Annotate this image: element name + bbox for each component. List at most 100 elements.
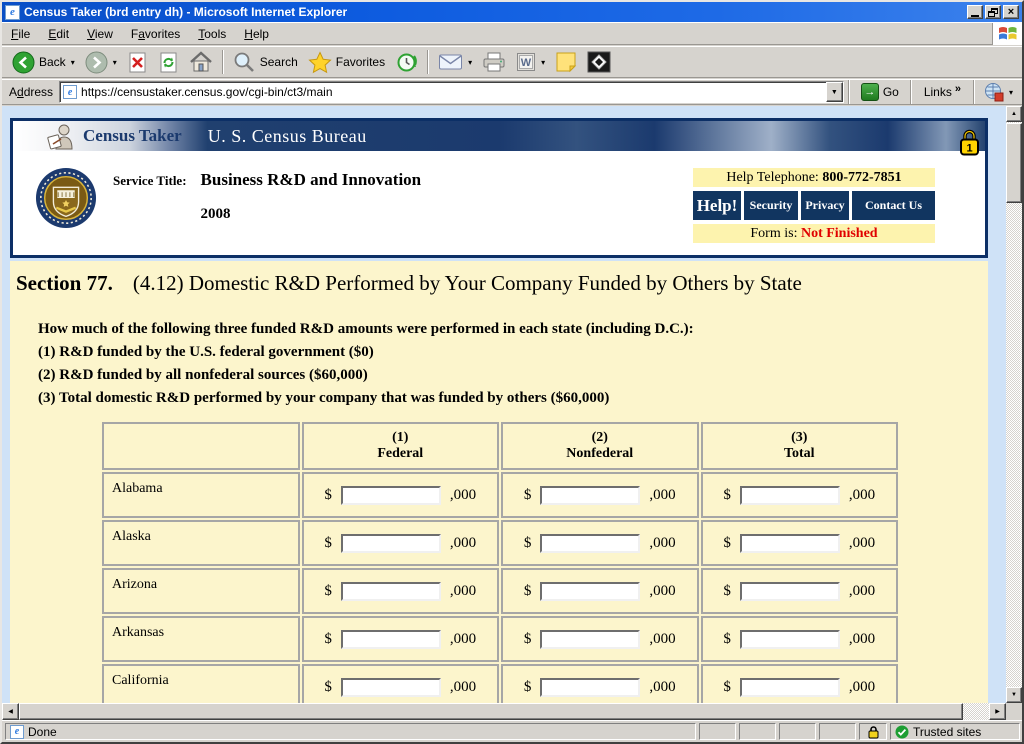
instruction-line: (1) R&D funded by the U.S. federal gover…	[38, 344, 374, 360]
instruction-line: (3) Total domestic R&D performed by your…	[38, 390, 610, 406]
menu-tools[interactable]: Tools	[189, 24, 235, 44]
form-section: Section 77. (4.12) Domestic R&D Performed…	[10, 261, 988, 703]
service-title: Business R&D and Innovation	[200, 170, 422, 189]
input-nonfederal-arizona[interactable]	[540, 581, 641, 601]
address-label: Address	[9, 85, 54, 99]
instruction-line: (2) R&D funded by all nonfederal sources…	[38, 367, 368, 383]
forward-dropdown-icon: ▾	[112, 57, 117, 67]
scroll-up-icon: ▲	[1011, 111, 1017, 117]
menu-help[interactable]: Help	[235, 24, 278, 44]
browser-client-area: Census Taker U. S. Census Bureau 1 Servi…	[2, 106, 1022, 720]
toolbar-separator	[972, 80, 975, 104]
search-button[interactable]: Search	[228, 48, 303, 76]
home-icon	[189, 51, 212, 72]
title-bar: e Census Taker (brd entry dh) - Microsof…	[2, 2, 1022, 22]
close-icon: ×	[1007, 6, 1015, 18]
restore-button[interactable]	[985, 5, 1001, 19]
menu-view[interactable]: View	[78, 24, 122, 44]
input-nonfederal-alabama[interactable]	[540, 485, 641, 505]
section-number: Section 77.	[16, 271, 113, 295]
diamond-icon	[587, 51, 611, 73]
address-dropdown-button[interactable]: ▼	[825, 82, 843, 102]
input-total-arizona[interactable]	[739, 581, 840, 601]
home-button[interactable]	[184, 48, 218, 76]
minimize-icon	[971, 14, 979, 17]
input-federal-alabama[interactable]	[340, 485, 441, 505]
input-federal-alaska[interactable]	[340, 533, 441, 553]
table-row: Arizona $ ,000 $ ,000 $ ,000	[102, 568, 898, 614]
header-content-row: Service Title: Business R&D and Innovati…	[13, 151, 985, 243]
forward-icon	[85, 51, 108, 73]
input-nonfederal-alaska[interactable]	[540, 533, 641, 553]
menu-edit[interactable]: Edit	[39, 24, 78, 44]
status-message-pane: e Done	[5, 723, 696, 740]
section-title: (4.12) Domestic R&D Performed by Your Co…	[132, 271, 802, 295]
page-viewport: Census Taker U. S. Census Bureau 1 Servi…	[2, 106, 1006, 703]
links-button[interactable]: Links»	[916, 83, 969, 99]
refresh-button[interactable]	[153, 48, 184, 76]
history-button[interactable]	[390, 48, 423, 76]
scroll-right-button[interactable]: ▶	[989, 703, 1006, 720]
census-taker-mascot-icon	[47, 124, 73, 149]
close-button[interactable]: ×	[1003, 5, 1019, 19]
state-column-header	[102, 422, 300, 470]
horizontal-scroll-thumb[interactable]	[19, 703, 963, 720]
help-button[interactable]: Help!	[693, 191, 741, 220]
horizontal-scrollbar[interactable]: ◀ ▶	[2, 703, 1006, 720]
menu-favorites[interactable]: Favorites	[122, 24, 189, 44]
status-text: Done	[28, 724, 57, 739]
back-button[interactable]: Back ▾	[7, 48, 80, 76]
scroll-down-button[interactable]: ▼	[1006, 687, 1022, 703]
input-federal-arkansas[interactable]	[340, 629, 441, 649]
messenger-button[interactable]	[582, 48, 616, 76]
toolbar-separator	[221, 50, 224, 74]
security-button[interactable]: Security	[744, 191, 798, 220]
input-total-arkansas[interactable]	[739, 629, 840, 649]
service-title-block: Service Title: Business R&D and Innovati…	[113, 167, 421, 243]
status-pane	[819, 723, 856, 740]
instruction-line: How much of the following three funded R…	[38, 321, 694, 337]
mail-button[interactable]: ▾	[433, 48, 477, 76]
input-total-alaska[interactable]	[739, 533, 840, 553]
go-button[interactable]: → Go	[854, 80, 906, 104]
browser-window: e Census Taker (brd entry dh) - Microsof…	[0, 0, 1024, 744]
state-label: California	[102, 664, 300, 703]
vertical-scrollbar[interactable]: ▲ ▼	[1006, 106, 1022, 703]
input-total-california[interactable]	[739, 677, 840, 697]
section-title-line: Section 77. (4.12) Domestic R&D Performed…	[10, 261, 988, 296]
edit-word-button[interactable]: W ▾	[511, 48, 550, 76]
input-federal-arizona[interactable]	[340, 581, 441, 601]
page-icon: e	[10, 724, 24, 739]
privacy-button[interactable]: Privacy	[801, 191, 849, 220]
links-more-icon: »	[954, 83, 961, 95]
windows-logo-icon	[992, 22, 1022, 45]
print-button[interactable]	[477, 48, 511, 76]
state-label: Alabama	[102, 472, 300, 518]
discuss-button[interactable]	[550, 48, 582, 76]
scroll-up-button[interactable]: ▲	[1006, 106, 1022, 122]
favorites-button[interactable]: Favorites	[303, 48, 390, 76]
vertical-scroll-thumb[interactable]	[1006, 123, 1022, 203]
input-total-alabama[interactable]	[739, 485, 840, 505]
scroll-right-icon: ▶	[995, 709, 1000, 715]
convert-pdf-button[interactable]: ▾	[979, 78, 1018, 106]
menu-file[interactable]: File	[2, 24, 39, 44]
scroll-left-button[interactable]: ◀	[2, 703, 19, 720]
address-dropdown-icon: ▼	[830, 88, 838, 96]
minimize-button[interactable]	[967, 5, 983, 19]
help-telephone-number: 800-772-7851	[822, 170, 902, 185]
input-nonfederal-arkansas[interactable]	[540, 629, 641, 649]
back-dropdown-icon: ▾	[70, 57, 75, 67]
table-row: Alabama $ ,000 $ ,000 $ ,000	[102, 472, 898, 518]
forward-button[interactable]: ▾	[80, 48, 122, 76]
service-title-label: Service Title:	[113, 173, 187, 188]
state-rd-table: (1) Federal (2) Nonfederal (3) Total Alabam…	[100, 420, 900, 703]
input-federal-california[interactable]	[340, 677, 441, 697]
contact-us-button[interactable]: Contact Us	[852, 191, 935, 220]
restore-icon	[988, 7, 998, 17]
stop-button[interactable]	[122, 48, 153, 76]
address-input[interactable]	[81, 83, 826, 101]
address-bar: Address e ▼ → Go Links» ▾	[2, 79, 1022, 105]
refresh-icon	[160, 52, 177, 72]
input-nonfederal-california[interactable]	[540, 677, 641, 697]
